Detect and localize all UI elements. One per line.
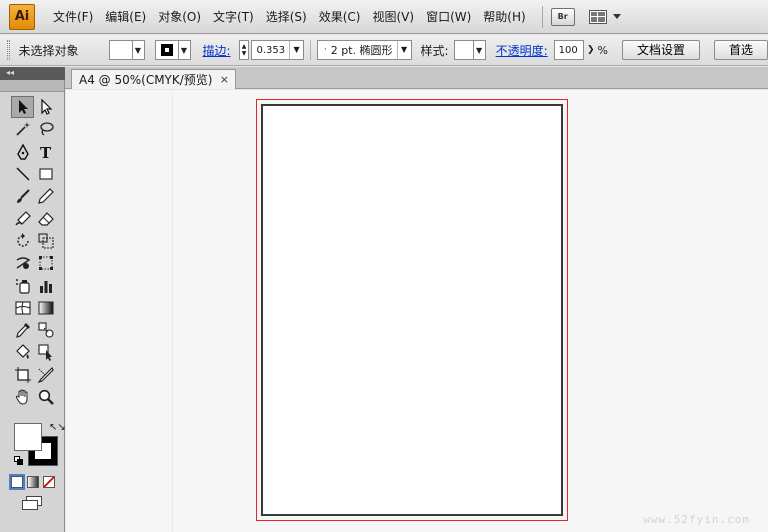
brush-definition-dropdown[interactable]: · 2 pt. 椭圆形 ▼ xyxy=(316,40,412,60)
pen-tool-icon[interactable] xyxy=(11,141,34,163)
document-tab-title: A4 @ 50%(CMYK/预览) xyxy=(79,73,213,87)
live-paint-bucket-tool-icon[interactable] xyxy=(11,341,34,363)
style-label: 样式: xyxy=(420,43,449,58)
zoom-tool-icon[interactable] xyxy=(34,386,57,408)
symbol-sprayer-tool-icon[interactable] xyxy=(11,274,34,296)
swap-fill-stroke-icon[interactable]: ↖↘ xyxy=(49,422,66,433)
menu-effect[interactable]: 效果(C) xyxy=(313,6,367,28)
app-logo: Ai xyxy=(9,3,35,30)
chevron-down-icon: ▼ xyxy=(396,41,411,59)
style-swatch xyxy=(453,40,474,60)
document-tab-bar: A4 @ 50%(CMYK/预览) × xyxy=(65,67,768,89)
menu-view[interactable]: 视图(V) xyxy=(366,6,420,28)
panel-grip[interactable] xyxy=(7,40,11,60)
opacity-arrow-icon[interactable]: ❯ xyxy=(587,45,595,55)
rotate-tool-icon[interactable] xyxy=(11,230,34,252)
default-fill-stroke-icon[interactable] xyxy=(14,456,24,466)
menu-edit[interactable]: 编辑(E) xyxy=(99,6,152,28)
opacity-unit: % xyxy=(597,43,608,57)
pencil-tool-icon[interactable] xyxy=(34,185,57,207)
separator xyxy=(310,40,311,60)
color-mode-icon[interactable] xyxy=(9,474,25,490)
menu-separator xyxy=(541,5,543,28)
paintbrush-tool-icon[interactable] xyxy=(11,185,34,207)
none-mode-icon[interactable] xyxy=(43,476,55,488)
stroke-color-dropdown[interactable]: ▼ xyxy=(154,40,191,60)
brush-dot-icon: · xyxy=(323,45,327,55)
menu-window[interactable]: 窗口(W) xyxy=(420,6,477,28)
tools-panel: T ↖↘ xyxy=(0,80,66,532)
stroke-weight-value: 0.353 xyxy=(256,44,286,56)
artboard-tool-icon[interactable] xyxy=(11,364,34,386)
live-paint-selection-tool-icon[interactable] xyxy=(34,341,57,363)
selection-status: 未选择对象 xyxy=(18,43,79,58)
fill-color-dropdown[interactable]: ▼ xyxy=(108,40,145,60)
lasso-tool-icon[interactable] xyxy=(34,118,57,140)
mesh-tool-icon[interactable] xyxy=(11,297,34,319)
rectangle-tool-icon[interactable] xyxy=(34,163,57,185)
stroke-panel-link[interactable]: 描边: xyxy=(203,42,231,59)
scale-tool-icon[interactable] xyxy=(34,230,57,252)
document-setup-button[interactable]: 文档设置 xyxy=(621,40,700,60)
stroke-swatch xyxy=(154,40,179,60)
selection-tool-icon[interactable] xyxy=(11,96,34,119)
stroke-weight-stepper[interactable]: ▲ ▼ xyxy=(238,40,250,60)
blend-tool-icon[interactable] xyxy=(34,319,57,341)
column-graph-tool-icon[interactable] xyxy=(34,274,57,296)
brush-definition-value: 2 pt. 椭圆形 xyxy=(330,44,393,57)
type-tool-icon[interactable]: T xyxy=(34,141,57,163)
menu-select[interactable]: 选择(S) xyxy=(260,6,313,28)
fill-color-box[interactable] xyxy=(14,423,42,451)
graphic-style-dropdown[interactable]: ▼ xyxy=(453,40,486,60)
opacity-value: 100 xyxy=(558,44,578,56)
control-bar: 未选择对象 ▼ ▼ 描边: ▲ ▼ 0.353 ▼ · 2 pt. 椭圆形 ▼ 样… xyxy=(0,35,768,66)
artboard[interactable] xyxy=(261,104,563,516)
close-icon[interactable]: × xyxy=(220,73,229,86)
fill-swatch xyxy=(108,40,133,60)
stroke-weight-field[interactable]: 0.353 ▼ xyxy=(251,40,305,60)
opacity-panel-link[interactable]: 不透明度: xyxy=(496,42,548,59)
chevron-down-icon: ▼ xyxy=(132,40,145,60)
warp-tool-icon[interactable] xyxy=(11,252,34,274)
magic-wand-tool-icon[interactable] xyxy=(11,118,34,140)
document-canvas[interactable]: www.52fyin.com xyxy=(66,90,768,532)
line-segment-tool-icon[interactable] xyxy=(11,163,34,185)
menu-bar: Ai 文件(F) 编辑(E) 对象(O) 文字(T) 选择(S) 效果(C) 视… xyxy=(0,0,768,34)
guide-line xyxy=(172,90,173,532)
menu-type[interactable]: 文字(T) xyxy=(207,6,260,28)
menu-file[interactable]: 文件(F) xyxy=(47,6,99,28)
chevron-down-icon xyxy=(612,14,621,19)
tool-grid: T xyxy=(11,96,57,408)
arrange-documents-icon xyxy=(588,9,607,24)
eraser-tool-icon[interactable] xyxy=(34,207,57,229)
slice-tool-icon[interactable] xyxy=(34,364,57,386)
watermark: www.52fyin.com xyxy=(643,513,750,526)
free-transform-tool-icon[interactable] xyxy=(34,252,57,274)
svg-text:T: T xyxy=(40,144,52,161)
tools-panel-header[interactable] xyxy=(0,80,64,92)
go-to-bridge-button[interactable]: Br xyxy=(550,7,575,26)
blob-brush-tool-icon[interactable] xyxy=(11,207,34,229)
arrange-documents-button[interactable] xyxy=(588,9,621,24)
chevron-down-icon: ▼ xyxy=(289,41,303,59)
toolbox-collapse-strip[interactable]: ◂◂ xyxy=(0,67,65,80)
direct-selection-tool-icon[interactable] xyxy=(34,96,57,118)
opacity-field[interactable]: 100 xyxy=(553,40,584,60)
menu-help[interactable]: 帮助(H) xyxy=(477,6,531,28)
fill-stroke-widget: ↖↘ xyxy=(13,422,66,466)
color-mode-row xyxy=(9,474,55,490)
screen-mode-icon[interactable] xyxy=(22,496,44,510)
gradient-mode-icon[interactable] xyxy=(27,476,39,488)
hand-tool-icon[interactable] xyxy=(11,386,34,408)
chevron-down-icon: ▼ xyxy=(473,40,486,60)
preferences-button[interactable]: 首选 xyxy=(713,40,768,60)
menu-object[interactable]: 对象(O) xyxy=(152,6,207,28)
eyedropper-tool-icon[interactable] xyxy=(11,319,34,341)
gradient-tool-icon[interactable] xyxy=(34,297,57,319)
document-tab[interactable]: A4 @ 50%(CMYK/预览) × xyxy=(71,69,236,89)
chevron-down-icon: ▼ xyxy=(178,40,191,60)
